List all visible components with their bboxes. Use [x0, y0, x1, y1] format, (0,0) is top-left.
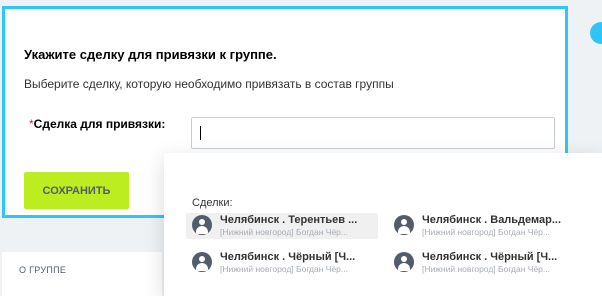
deal-search-input[interactable] — [191, 117, 555, 149]
deal-item[interactable]: Челябинск . Чёрный [Ч... [Нижний новгоро… — [186, 250, 378, 276]
user-avatar-icon — [192, 252, 212, 272]
deal-item[interactable]: Челябинск . Чёрный [Ч... [Нижний новгоро… — [388, 250, 580, 276]
deal-item-name: Челябинск . Вальдемар... — [422, 214, 562, 226]
text-caret — [200, 126, 201, 140]
user-avatar-icon — [394, 252, 414, 272]
deal-item[interactable]: Челябинск . Вальдемар... [Нижний новгоро… — [388, 213, 580, 239]
deal-field-label: *Сделка для привязки: — [29, 117, 165, 131]
deal-item[interactable]: Челябинск . Терентьев ... [Нижний новгор… — [186, 213, 378, 239]
deal-item-subtitle: [Нижний новгород] Богдан Чёр... — [220, 264, 348, 274]
notification-bubble[interactable] — [590, 22, 602, 44]
deal-item-subtitle: [Нижний новгород] Богдан Чёр... — [422, 264, 550, 274]
dialog-description: Выберите сделку, которую необходимо прив… — [24, 77, 394, 91]
deal-item-name: Челябинск . Чёрный [Ч... — [220, 251, 356, 263]
deal-field-label-text: Сделка для привязки: — [33, 117, 166, 131]
group-info-title: О ГРУППЕ — [19, 265, 67, 275]
deal-item-name: Челябинск . Терентьев ... — [220, 214, 358, 226]
deal-item-name: Челябинск . Чёрный [Ч... — [422, 251, 558, 263]
user-avatar-icon — [192, 215, 212, 235]
popup-title: Сделки: — [192, 197, 233, 209]
deal-suggest-popup: Сделки: Челябинск . Терентьев ... [Нижни… — [164, 153, 602, 296]
save-button[interactable]: СОХРАНИТЬ — [24, 172, 129, 209]
group-info-panel: О ГРУППЕ — [2, 252, 162, 296]
dialog-title: Укажите сделку для привязки к группе. — [24, 47, 277, 62]
deal-item-subtitle: [Нижний новгород] Богдан Чёр... — [422, 227, 550, 237]
deal-item-subtitle: [Нижний новгород] Богдан Чёр... — [220, 227, 348, 237]
user-avatar-icon — [394, 215, 414, 235]
